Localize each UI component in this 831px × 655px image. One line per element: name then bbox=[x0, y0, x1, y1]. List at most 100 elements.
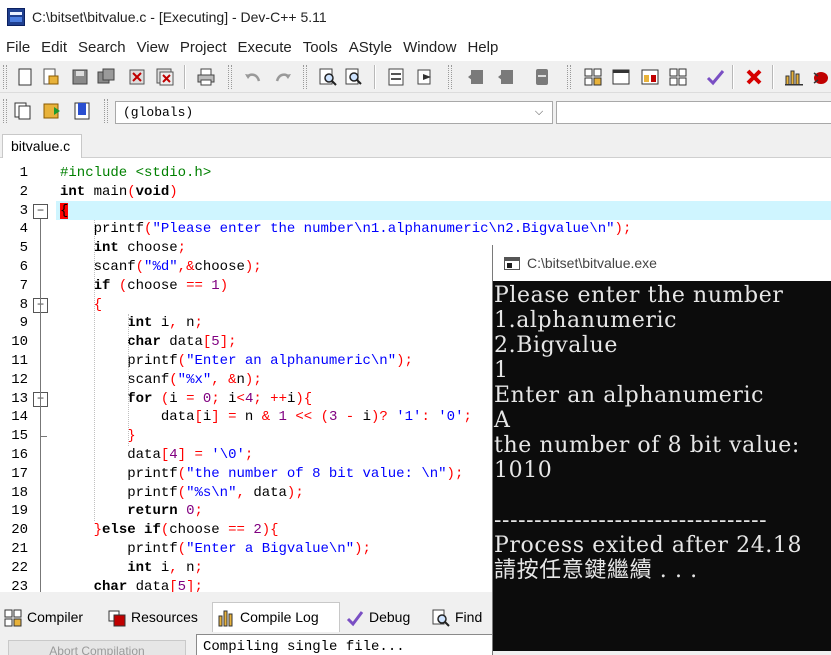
tab-compiler[interactable]: Compiler bbox=[0, 605, 102, 630]
line-number: 7 bbox=[19, 277, 28, 294]
run-icon[interactable] bbox=[496, 67, 516, 87]
console-horizontal-scrollbar[interactable] bbox=[493, 651, 831, 655]
abort-compilation-button[interactable]: Abort Compilation bbox=[8, 640, 186, 655]
open-icon[interactable] bbox=[40, 67, 60, 87]
close-all-icon[interactable] bbox=[155, 67, 175, 87]
layout-icon[interactable] bbox=[668, 67, 688, 87]
toolbar-separator bbox=[732, 65, 734, 89]
console-line: 1.alphanumeric bbox=[494, 308, 678, 333]
bug-icon[interactable] bbox=[810, 67, 830, 87]
scope-select[interactable]: (globals) ⌵ bbox=[115, 101, 553, 124]
code-line[interactable]: data[4] = '\0'; bbox=[60, 446, 253, 465]
toolbar-grip[interactable] bbox=[567, 65, 571, 89]
check-icon[interactable] bbox=[705, 67, 725, 87]
code-line[interactable]: for (i = 0; i<4; ++i){ bbox=[60, 390, 312, 409]
code-line[interactable]: printf("Please enter the number\n1.alpha… bbox=[60, 220, 632, 239]
code-line[interactable]: if (choose == 1) bbox=[60, 277, 228, 296]
menu-view[interactable]: View bbox=[133, 39, 173, 56]
grid-icon[interactable] bbox=[583, 67, 603, 87]
color-icon[interactable] bbox=[640, 67, 660, 87]
menu-tools[interactable]: Tools bbox=[299, 39, 342, 56]
menu-window[interactable]: Window bbox=[399, 39, 460, 56]
tab-resources[interactable]: Resources bbox=[104, 605, 210, 630]
new-file-icon[interactable] bbox=[15, 67, 35, 87]
save-icon[interactable] bbox=[70, 67, 90, 87]
code-line[interactable]: scanf("%x", &n); bbox=[60, 371, 261, 390]
menu-edit[interactable]: Edit bbox=[37, 39, 71, 56]
line-number: 5 bbox=[19, 240, 28, 257]
fold-line bbox=[40, 218, 41, 592]
code-line[interactable]: data[i] = n & 1 << (3 - i)? '1': '0'; bbox=[60, 408, 472, 427]
code-line[interactable]: printf("Enter a Bigvalue\n"); bbox=[60, 540, 371, 559]
redo-icon[interactable] bbox=[273, 67, 293, 87]
console-title: C:\bitset\bitvalue.exe bbox=[527, 255, 657, 271]
toolbar-grip[interactable] bbox=[303, 65, 307, 89]
line-number: 20 bbox=[11, 522, 28, 539]
tab-debug-label: Debug bbox=[369, 609, 411, 625]
menu-astyle[interactable]: AStyle bbox=[345, 39, 396, 56]
tab-bitvalue-c[interactable]: bitvalue.c bbox=[2, 134, 82, 159]
line-number: 6 bbox=[19, 259, 28, 275]
code-line[interactable]: { bbox=[60, 202, 69, 221]
code-line[interactable]: } bbox=[60, 427, 135, 446]
line-number: 1 bbox=[19, 165, 28, 181]
compile-log-output: Compiling single file... bbox=[196, 634, 506, 655]
toolbar-grip[interactable] bbox=[448, 65, 452, 89]
code-line[interactable]: scanf("%d",&choose); bbox=[60, 258, 262, 277]
bottom-panel-tabs: Compiler Resources Compile Log Debug Fin… bbox=[0, 602, 500, 632]
code-line[interactable]: printf("the number of 8 bit value: \n"); bbox=[60, 465, 463, 484]
bookmark-ribbon-icon[interactable] bbox=[72, 101, 92, 121]
code-line[interactable]: int choose; bbox=[60, 239, 186, 258]
replace-icon[interactable] bbox=[344, 67, 364, 87]
line-number: 4 bbox=[19, 221, 28, 238]
console-line: 1010 bbox=[494, 458, 553, 483]
line-number: 8 bbox=[19, 296, 28, 313]
chevron-down-icon[interactable]: ⌵ bbox=[532, 104, 546, 120]
toolbar-grip[interactable] bbox=[3, 99, 7, 123]
code-line[interactable]: char data[5]; bbox=[60, 578, 203, 592]
bookmark-icon[interactable] bbox=[415, 67, 435, 87]
compile-run-icon[interactable] bbox=[532, 67, 552, 87]
menu-search[interactable]: Search bbox=[74, 39, 130, 56]
menu-file[interactable]: File bbox=[2, 39, 34, 56]
code-line[interactable]: printf("Enter an alphanumeric\n"); bbox=[60, 352, 413, 371]
toolbar-grip[interactable] bbox=[3, 65, 7, 89]
compile-icon[interactable] bbox=[466, 67, 486, 87]
code-line[interactable]: #include <stdio.h> bbox=[60, 164, 211, 183]
indent-guide bbox=[94, 220, 95, 522]
console-title-bar[interactable]: C:\bitset\bitvalue.exe bbox=[493, 245, 831, 281]
menu-help[interactable]: Help bbox=[463, 39, 502, 56]
add-icon[interactable] bbox=[42, 101, 62, 121]
code-line[interactable]: { bbox=[60, 296, 102, 315]
find-icon[interactable] bbox=[318, 67, 338, 87]
menu-project[interactable]: Project bbox=[176, 39, 231, 56]
close-icon[interactable] bbox=[127, 67, 147, 87]
code-line[interactable]: char data[5]; bbox=[60, 333, 236, 352]
fold-toggle[interactable]: − bbox=[33, 203, 48, 219]
chart-icon[interactable] bbox=[784, 67, 804, 87]
tab-debug[interactable]: Debug bbox=[342, 605, 426, 630]
window-icon[interactable] bbox=[611, 67, 631, 87]
code-line[interactable]: int i, n; bbox=[60, 314, 203, 333]
line-number: 12 bbox=[11, 371, 28, 388]
tab-compile-log[interactable]: Compile Log bbox=[212, 602, 340, 632]
toolbar-grip[interactable] bbox=[104, 99, 108, 123]
console-window[interactable]: C:\bitset\bitvalue.exe Please enter the … bbox=[492, 245, 831, 655]
line-number: 23 bbox=[11, 578, 28, 592]
line-number: 3 bbox=[19, 202, 28, 219]
save-all-icon[interactable] bbox=[96, 67, 116, 87]
menu-execute[interactable]: Execute bbox=[234, 39, 296, 56]
code-line[interactable]: return 0; bbox=[60, 502, 203, 521]
code-line[interactable]: int i, n; bbox=[60, 559, 203, 578]
tab-find[interactable]: Find bbox=[428, 605, 500, 630]
print-icon[interactable] bbox=[196, 67, 216, 87]
function-select[interactable] bbox=[556, 101, 831, 124]
goto-line-icon[interactable] bbox=[386, 67, 406, 87]
code-line[interactable]: }else if(choose == 2){ bbox=[60, 521, 279, 540]
toolbar-grip[interactable] bbox=[228, 65, 232, 89]
undo-icon[interactable] bbox=[243, 67, 263, 87]
stop-icon[interactable] bbox=[744, 67, 764, 87]
code-line[interactable]: int main(void) bbox=[60, 183, 178, 202]
code-line[interactable]: printf("%s\n", data); bbox=[60, 484, 303, 503]
project-icon[interactable] bbox=[13, 101, 33, 121]
